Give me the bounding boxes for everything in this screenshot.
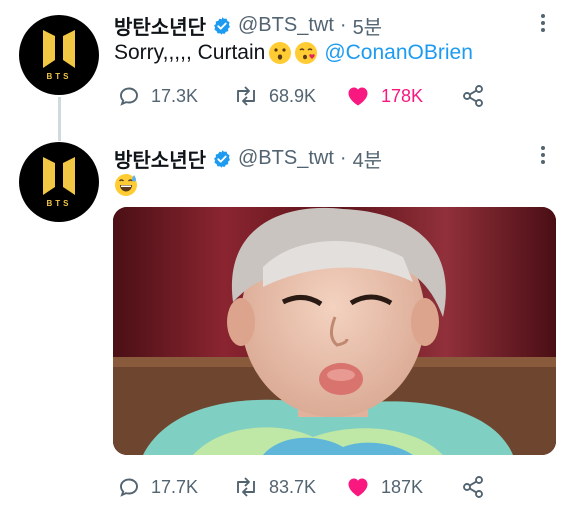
share-button[interactable] (461, 475, 495, 499)
more-options-icon[interactable] (541, 14, 545, 32)
grinning-face-with-sweat-icon (115, 174, 137, 196)
tweet-photo[interactable] (113, 207, 556, 455)
thread-connector (58, 97, 61, 141)
retweet-icon (237, 86, 255, 106)
selfie-photo-image (113, 207, 556, 455)
mention-link[interactable]: @ConanOBrien (324, 41, 473, 65)
retweet-button[interactable]: 68.9K (233, 84, 345, 108)
separator-dot: · (339, 147, 347, 169)
share-icon (463, 476, 483, 498)
avatar[interactable]: BTS (19, 15, 99, 95)
reply-count: 17.7K (151, 476, 199, 497)
tweet-body-text: Sorry,,,,, Curtain (114, 41, 266, 64)
tweet-text: Sorry,,,,, Curtain @ConanOBrien (114, 41, 473, 65)
retweet-icon (237, 477, 255, 497)
like-count: 178K (381, 85, 424, 106)
share-button[interactable] (461, 84, 495, 108)
tweet-timestamp[interactable]: 4분 (353, 144, 383, 173)
verified-badge-icon (212, 149, 232, 169)
reply-button[interactable]: 17.7K (117, 475, 233, 499)
avatar-brand-text: BTS (46, 198, 72, 208)
like-button[interactable]: 187K (345, 475, 461, 499)
like-button[interactable]: 178K (345, 84, 461, 108)
author-handle[interactable]: @BTS_twt (238, 147, 334, 170)
reply-icon (120, 478, 138, 497)
avatar-brand-text: BTS (46, 71, 72, 81)
reply-count: 17.3K (151, 85, 199, 106)
tweet-text (114, 173, 138, 197)
more-options-icon[interactable] (541, 146, 545, 164)
tweet-header: 방탄소년단 @BTS_twt · 4분 (114, 144, 382, 173)
retweet-count: 68.9K (269, 85, 317, 106)
retweet-count: 83.7K (269, 476, 317, 497)
retweet-button[interactable]: 83.7K (233, 475, 345, 499)
author-name[interactable]: 방탄소년단 (114, 144, 206, 173)
bts-logo-icon (43, 156, 75, 195)
face-blowing-kiss-icon (295, 42, 318, 64)
tweet-timestamp[interactable]: 5분 (353, 11, 383, 40)
separator-dot: · (339, 14, 347, 36)
reply-icon (120, 87, 138, 106)
verified-badge-icon (212, 16, 232, 36)
bts-logo-icon (43, 29, 75, 68)
reply-button[interactable]: 17.3K (117, 84, 233, 108)
heart-filled-icon (348, 478, 368, 497)
author-name[interactable]: 방탄소년단 (114, 11, 206, 40)
tweet-actions: 17.3K 68.9K 178K (117, 84, 495, 108)
tweet-header: 방탄소년단 @BTS_twt · 5분 (114, 11, 382, 40)
tweet-actions: 17.7K 83.7K 187K (117, 475, 495, 499)
heart-filled-icon (348, 87, 368, 106)
avatar[interactable]: BTS (19, 142, 99, 222)
kissing-face-icon (269, 42, 292, 64)
share-icon (463, 85, 483, 107)
like-count: 187K (381, 476, 424, 497)
author-handle[interactable]: @BTS_twt (238, 14, 334, 37)
